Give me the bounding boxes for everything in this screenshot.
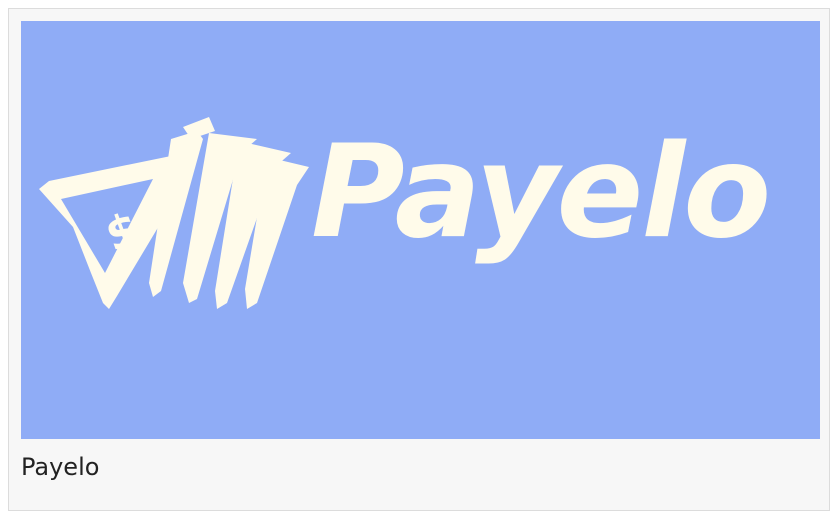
image-caption: Payelo xyxy=(21,453,100,481)
logo-wordmark: Payelo xyxy=(311,118,771,267)
logo-image: $ Payelo xyxy=(21,21,820,439)
logo-card: $ Payelo Payelo xyxy=(8,8,830,511)
